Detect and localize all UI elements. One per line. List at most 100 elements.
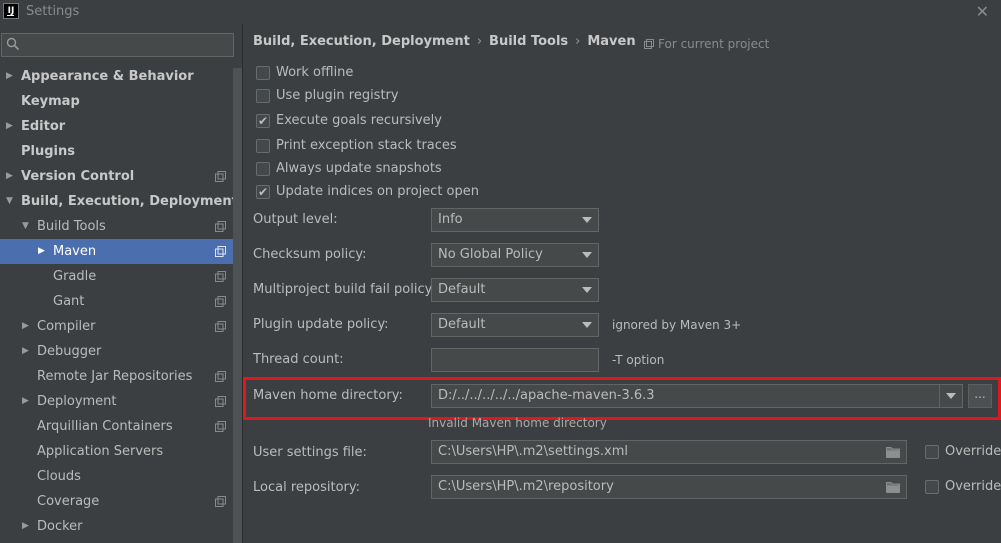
- breadcrumb-item[interactable]: Build, Execution, Deployment: [253, 34, 470, 49]
- search-input[interactable]: [24, 36, 229, 54]
- project-scope-icon: [215, 321, 226, 332]
- sidebar-item-build-execution-deployment[interactable]: ▼ Build, Execution, Deployment: [0, 189, 242, 214]
- option-checkbox[interactable]: [256, 162, 270, 176]
- user-settings-label: User settings file:: [253, 445, 367, 460]
- project-scope-icon: [215, 496, 226, 507]
- sidebar-item-debugger[interactable]: ▶ Debugger: [0, 339, 242, 364]
- project-scope-icon: [644, 39, 654, 49]
- sidebar-item-label: Gradle: [53, 269, 97, 284]
- option-checkbox[interactable]: [256, 183, 270, 201]
- collapsed-arrow-icon[interactable]: ▶: [6, 164, 16, 189]
- folder-icon[interactable]: [886, 481, 900, 493]
- multiproject-fail-select[interactable]: Default: [431, 278, 599, 302]
- project-scope-icon: [215, 396, 226, 407]
- maven-home-label: Maven home directory:: [253, 388, 403, 403]
- option-checkbox[interactable]: [256, 139, 270, 153]
- sidebar-scrollbar[interactable]: [233, 68, 242, 543]
- chevron-down-icon: [582, 252, 592, 258]
- expanded-arrow-icon[interactable]: ▼: [22, 214, 32, 239]
- sidebar-item-gradle[interactable]: Gradle: [0, 264, 242, 289]
- sidebar-item-label: Coverage: [37, 494, 100, 509]
- plugin-update-hint: ignored by Maven 3+: [612, 318, 742, 332]
- collapsed-arrow-icon[interactable]: ▶: [22, 339, 32, 364]
- collapsed-arrow-icon[interactable]: ▶: [6, 64, 16, 89]
- output-level-select[interactable]: Info: [431, 208, 599, 232]
- sidebar-item-appearance-behavior[interactable]: ▶ Appearance & Behavior: [0, 64, 242, 89]
- option-label: Work offline: [276, 65, 354, 80]
- collapsed-arrow-icon[interactable]: ▶: [22, 514, 32, 539]
- sidebar-item-plugins[interactable]: Plugins: [0, 139, 242, 164]
- project-scope-icon: [215, 371, 226, 382]
- checksum-policy-select[interactable]: No Global Policy: [431, 243, 599, 267]
- sidebar-item-label: Maven: [53, 244, 97, 259]
- override-checkbox[interactable]: [925, 445, 939, 459]
- collapsed-arrow-icon[interactable]: ▶: [22, 389, 32, 414]
- sidebar-item-label: Arquillian Containers: [37, 419, 173, 434]
- multiproject-fail-label: Multiproject build fail policy:: [253, 282, 436, 297]
- local-repo-label: Local repository:: [253, 480, 360, 495]
- sidebar-item-version-control[interactable]: ▶ Version Control: [0, 164, 242, 189]
- user-settings-field[interactable]: C:\Users\HP\.m2\settings.xml: [431, 440, 907, 464]
- sidebar-item-arquillian-containers[interactable]: Arquillian Containers: [0, 414, 242, 439]
- option-label: Update indices on project open: [276, 184, 479, 199]
- plugin-update-value: Default: [438, 317, 486, 332]
- local-repo-field[interactable]: C:\Users\HP\.m2\repository: [431, 475, 907, 499]
- thread-count-input[interactable]: [431, 348, 599, 372]
- sidebar-item-label: Appearance & Behavior: [21, 69, 194, 84]
- sidebar-item-label: Remote Jar Repositories: [37, 369, 193, 384]
- project-scope-icon: [215, 221, 226, 232]
- sidebar-item-label: Compiler: [37, 319, 96, 334]
- close-window-button[interactable]: ✕: [976, 2, 989, 21]
- override-checkbox[interactable]: [925, 480, 939, 494]
- scope-label: For current project: [658, 37, 770, 51]
- option-checkbox[interactable]: [256, 89, 270, 103]
- option-checkbox[interactable]: [256, 112, 270, 130]
- sidebar-item-label: Version Control: [21, 169, 135, 184]
- sidebar-item-clouds[interactable]: Clouds: [0, 464, 242, 489]
- plugin-update-select[interactable]: Default: [431, 313, 599, 337]
- sidebar-item-maven[interactable]: ▶ Maven: [0, 239, 242, 264]
- sidebar-item-label: Deployment: [37, 394, 117, 409]
- breadcrumb: Build, Execution, Deployment › Build Tools…: [253, 34, 636, 49]
- thread-count-label: Thread count:: [253, 352, 344, 367]
- sidebar-item-label: Editor: [21, 119, 66, 134]
- expanded-arrow-icon[interactable]: ▼: [6, 189, 16, 214]
- sidebar-item-docker[interactable]: ▶ Docker: [0, 514, 242, 539]
- sidebar-item-keymap[interactable]: Keymap: [0, 89, 242, 114]
- sidebar-item-deployment[interactable]: ▶ Deployment: [0, 389, 242, 414]
- sidebar-item-label: Keymap: [21, 94, 80, 109]
- folder-icon[interactable]: [886, 446, 900, 458]
- collapsed-arrow-icon[interactable]: ▶: [6, 114, 16, 139]
- option-label: Execute goals recursively: [276, 113, 442, 128]
- scope-indicator: For current project: [644, 37, 769, 51]
- sidebar-item-label: Docker: [37, 519, 83, 534]
- search-icon: [6, 37, 20, 51]
- settings-search[interactable]: [1, 33, 234, 57]
- sidebar-item-label: Debugger: [37, 344, 102, 359]
- sidebar-item-label: Build, Execution, Deployment: [21, 194, 238, 209]
- sidebar-item-editor[interactable]: ▶ Editor: [0, 114, 242, 139]
- collapsed-arrow-icon[interactable]: ▶: [38, 239, 48, 264]
- sidebar-item-compiler[interactable]: ▶ Compiler: [0, 314, 242, 339]
- sidebar-item-application-servers[interactable]: Application Servers: [0, 439, 242, 464]
- chevron-down-icon: [582, 322, 592, 328]
- browse-maven-home-button[interactable]: ...: [968, 384, 992, 408]
- thread-count-hint: -T option: [612, 353, 665, 367]
- option-label: Print exception stack traces: [276, 138, 457, 153]
- output-level-label: Output level:: [253, 212, 338, 227]
- option-checkbox[interactable]: [256, 66, 270, 80]
- sidebar-item-gant[interactable]: Gant: [0, 289, 242, 314]
- sidebar-item-remote-jar-repositories[interactable]: Remote Jar Repositories: [0, 364, 242, 389]
- breadcrumb-item[interactable]: Build Tools: [489, 34, 568, 49]
- project-scope-icon: [215, 421, 226, 432]
- multiproject-fail-value: Default: [438, 282, 486, 297]
- option-label: Always update snapshots: [276, 161, 442, 176]
- collapsed-arrow-icon[interactable]: ▶: [22, 314, 32, 339]
- breadcrumb-separator: ›: [476, 34, 483, 49]
- sidebar-item-build-tools[interactable]: ▼ Build Tools: [0, 214, 242, 239]
- maven-home-error: Invalid Maven home directory: [428, 416, 607, 430]
- maven-home-select[interactable]: D:/../../../../../apache-maven-3.6.3: [431, 384, 963, 408]
- override-label: Override: [945, 444, 1001, 459]
- sidebar-item-coverage[interactable]: Coverage: [0, 489, 242, 514]
- breadcrumb-separator: ›: [575, 34, 581, 49]
